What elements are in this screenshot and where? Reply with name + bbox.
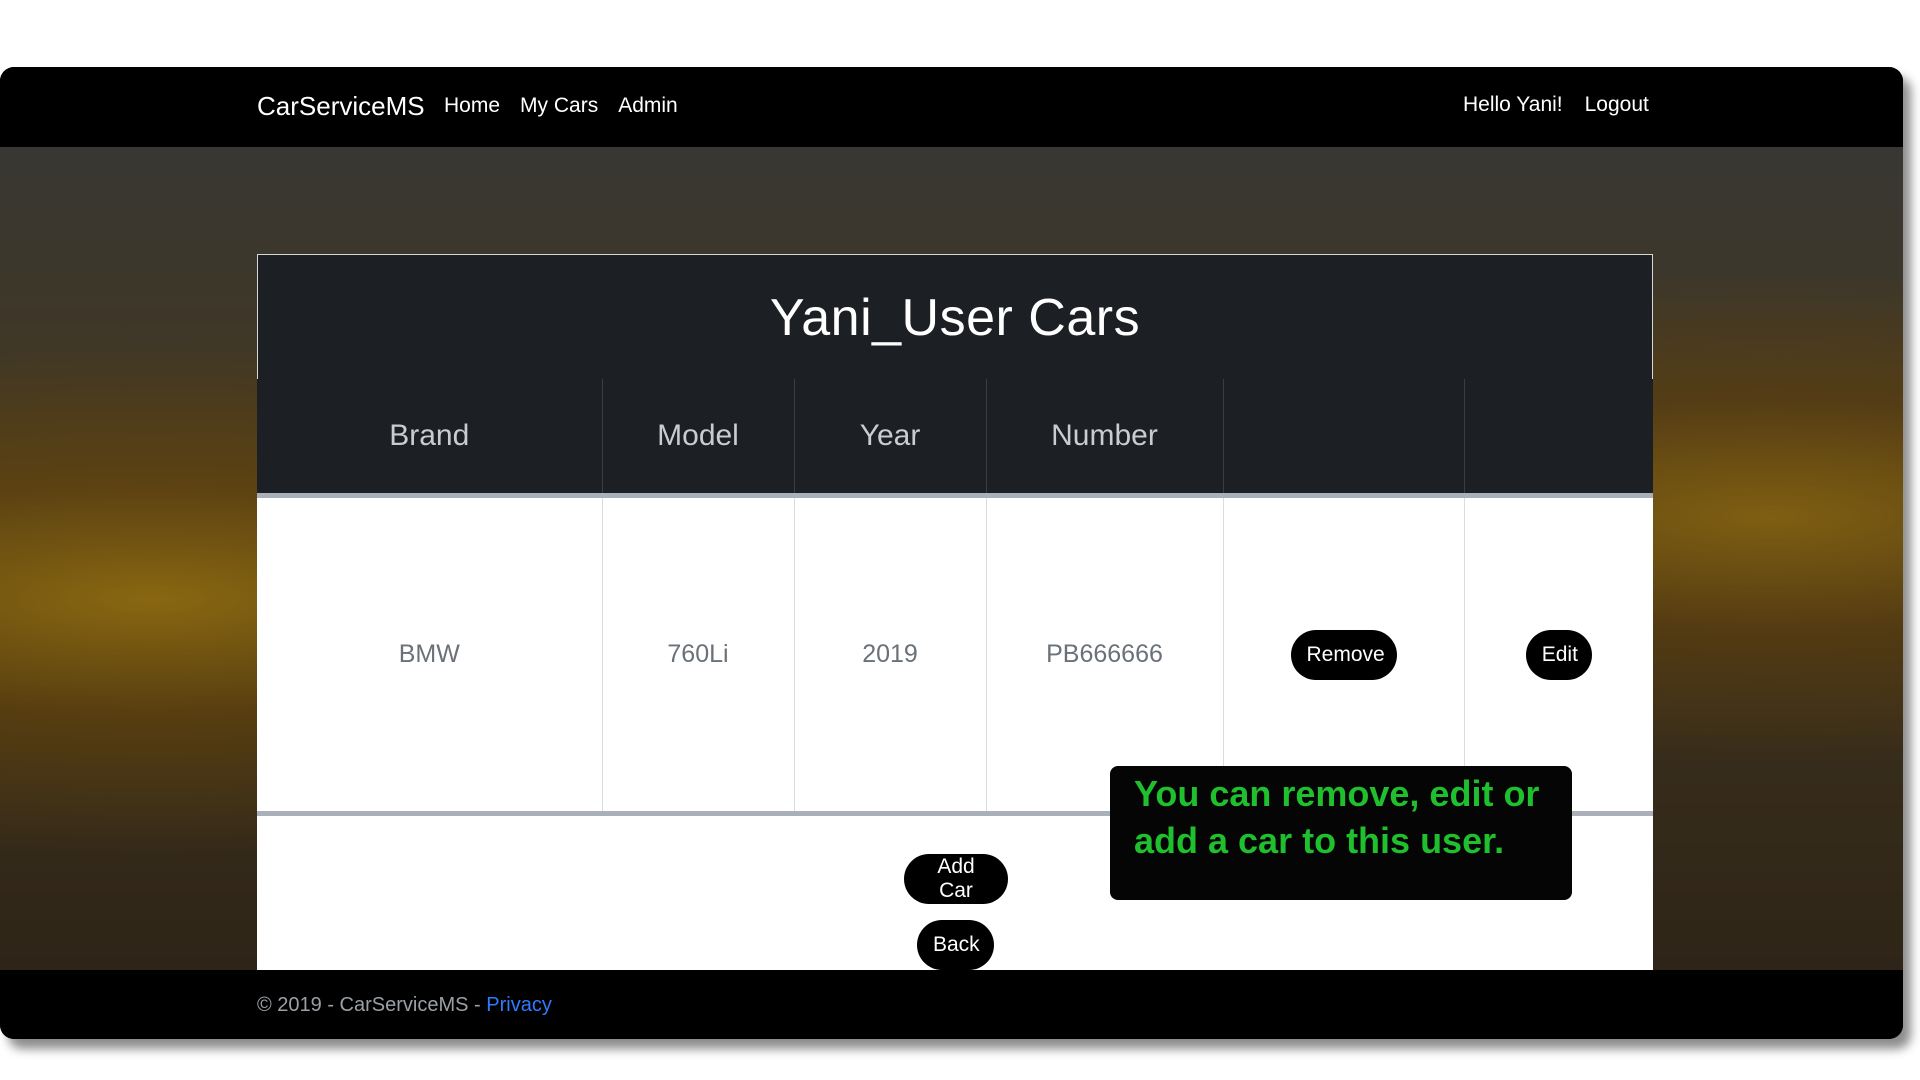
column-header-remove [1222, 379, 1464, 498]
column-header-year: Year [793, 379, 986, 498]
remove-button[interactable]: Remove [1290, 629, 1397, 680]
column-header-model: Model [601, 379, 794, 498]
navbar: CarServiceMS Home My Cars Admin Hello Ya… [0, 67, 1903, 147]
privacy-link[interactable]: Privacy [486, 994, 552, 1016]
column-header-brand: Brand [257, 379, 602, 498]
column-header-edit [1463, 379, 1653, 498]
annotation-tooltip: You can remove, edit or add a car to thi… [1110, 766, 1572, 900]
cell-year: 2019 [793, 495, 986, 816]
table-header-row: Brand Model Year Number [257, 379, 1653, 498]
edit-button[interactable]: Edit [1525, 629, 1592, 680]
nav-my-cars-link[interactable]: My Cars [520, 94, 598, 118]
page-title: Yani_User Cars [769, 288, 1141, 347]
brand-link[interactable]: CarServiceMS [257, 91, 425, 122]
background-image: Yani_User Cars Brand Model Year Number B… [0, 147, 1903, 1007]
footer: © 2019 - CarServiceMS - Privacy [0, 970, 1903, 1039]
card-header: Yani_User Cars [257, 254, 1653, 381]
cars-table: Brand Model Year Number BMW 760Li 2019 P… [257, 379, 1653, 816]
browser-window: CarServiceMS Home My Cars Admin Hello Ya… [0, 67, 1903, 1039]
footer-text: © 2019 - CarServiceMS - Privacy [257, 994, 552, 1017]
add-car-button[interactable]: Add Car [904, 854, 1008, 904]
user-greeting: Hello Yani! [1463, 93, 1563, 116]
nav-links: Home My Cars Admin [444, 94, 678, 118]
nav-user-area: Hello Yani! Logout [1463, 93, 1649, 117]
footer-copyright: © 2019 - CarServiceMS - [257, 994, 487, 1016]
column-header-number: Number [985, 379, 1223, 498]
cell-model: 760Li [601, 495, 794, 816]
back-button[interactable]: Back [917, 920, 994, 970]
nav-home-link[interactable]: Home [444, 94, 500, 118]
logout-link[interactable]: Logout [1585, 93, 1649, 117]
nav-admin-link[interactable]: Admin [618, 94, 678, 118]
cell-brand: BMW [257, 495, 602, 816]
